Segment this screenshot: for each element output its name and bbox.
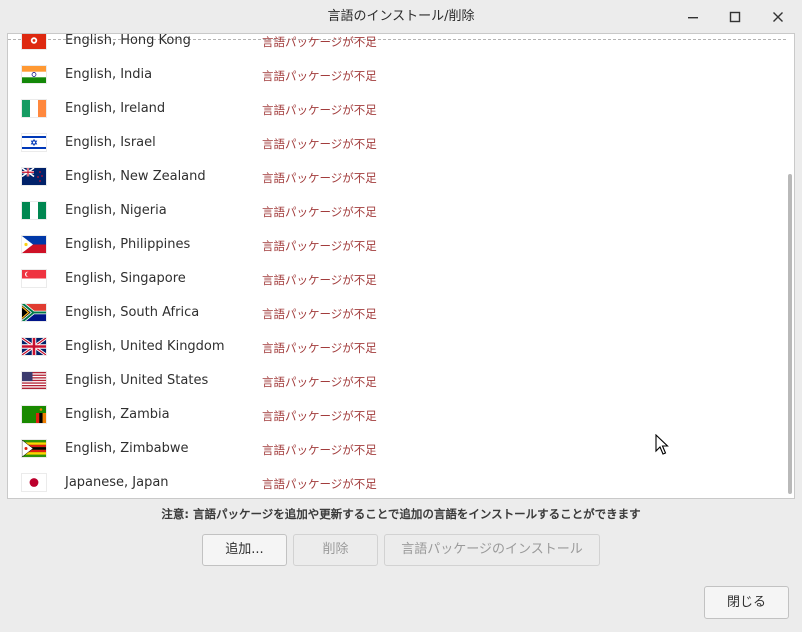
language-status: 言語パッケージが不足 — [262, 171, 377, 185]
language-status: 言語パッケージが不足 — [262, 239, 377, 253]
language-name: English, Nigeria — [65, 203, 167, 218]
language-name: English, United Kingdom — [65, 339, 225, 354]
language-row[interactable]: Japanese, Japan 言語パッケージが不足 — [8, 467, 794, 498]
flag-sg-icon — [22, 270, 46, 287]
language-row[interactable]: English, Nigeria 言語パッケージが不足 — [8, 195, 794, 229]
flag-zm-icon — [22, 406, 46, 423]
flag-nz-icon — [22, 168, 46, 185]
flag-il-icon — [22, 134, 46, 151]
language-status: 言語パッケージが不足 — [262, 103, 377, 117]
flag-gb-icon — [22, 338, 46, 355]
language-name: English, United States — [65, 373, 209, 388]
language-row[interactable]: English, Zimbabwe 言語パッケージが不足 — [8, 433, 794, 467]
language-status: 言語パッケージが不足 — [262, 35, 377, 49]
flag-ph-icon — [22, 236, 46, 253]
note-text: 注意: 言語パッケージを追加や更新することで追加の言語をインストールすることがで… — [161, 507, 641, 521]
language-name: English, India — [65, 67, 153, 82]
language-rows: English, Hong Kong 言語パッケージが不足 English, Ind… — [8, 33, 794, 498]
add-button[interactable]: 追加... — [202, 534, 287, 566]
install-language-packs-button[interactable]: 言語パッケージのインストール — [384, 534, 600, 566]
language-row[interactable]: English, United States 言語パッケージが不足 — [8, 365, 794, 399]
language-name: English, Hong Kong — [65, 33, 191, 48]
language-name: English, Singapore — [65, 271, 186, 286]
mouse-cursor-icon — [655, 434, 669, 455]
language-status: 言語パッケージが不足 — [262, 409, 377, 423]
language-status: 言語パッケージが不足 — [262, 375, 377, 389]
language-row[interactable]: English, United Kingdom 言語パッケージが不足 — [8, 331, 794, 365]
title-bar: 言語のインストール/削除 — [0, 0, 802, 33]
flag-zw-icon — [22, 440, 46, 457]
language-row[interactable]: English, Singapore 言語パッケージが不足 — [8, 263, 794, 297]
flag-in-icon — [22, 66, 46, 83]
language-name: English, Zambia — [65, 407, 170, 422]
language-status: 言語パッケージが不足 — [262, 477, 377, 491]
language-name: English, Philippines — [65, 237, 191, 252]
flag-us-icon — [22, 372, 46, 389]
language-status: 言語パッケージが不足 — [262, 205, 377, 219]
language-row[interactable]: English, Philippines 言語パッケージが不足 — [8, 229, 794, 263]
language-list[interactable]: English, Hong Kong 言語パッケージが不足 English, Ind… — [7, 33, 795, 499]
flag-jp-icon — [22, 474, 46, 491]
language-name: English, Zimbabwe — [65, 441, 189, 456]
language-status: 言語パッケージが不足 — [262, 307, 377, 321]
close-button[interactable]: 閉じる — [704, 586, 789, 619]
maximize-icon[interactable] — [722, 4, 748, 30]
language-status: 言語パッケージが不足 — [262, 69, 377, 83]
language-status: 言語パッケージが不足 — [262, 341, 377, 355]
remove-button[interactable]: 削除 — [293, 534, 378, 566]
flag-ng-icon — [22, 202, 46, 219]
language-row[interactable]: English, Zambia 言語パッケージが不足 — [8, 399, 794, 433]
language-name: English, Ireland — [65, 101, 166, 116]
language-name: English, South Africa — [65, 305, 200, 320]
language-row[interactable]: English, South Africa 言語パッケージが不足 — [8, 297, 794, 331]
close-icon[interactable] — [765, 4, 791, 30]
scrollbar[interactable] — [788, 174, 792, 494]
language-name: Japanese, Japan — [65, 475, 169, 490]
flag-za-icon — [22, 304, 46, 321]
flag-hk-icon — [22, 34, 46, 49]
language-status: 言語パッケージが不足 — [262, 443, 377, 457]
language-name: English, New Zealand — [65, 169, 206, 184]
language-row[interactable]: English, Ireland 言語パッケージが不足 — [8, 93, 794, 127]
language-row[interactable]: English, India 言語パッケージが不足 — [8, 59, 794, 93]
language-row[interactable]: English, New Zealand 言語パッケージが不足 — [8, 161, 794, 195]
minimize-icon[interactable] — [680, 4, 706, 30]
language-name: English, Israel — [65, 135, 156, 150]
language-status: 言語パッケージが不足 — [262, 137, 377, 151]
language-row[interactable]: English, Hong Kong 言語パッケージが不足 — [8, 33, 794, 59]
language-row[interactable]: English, Israel 言語パッケージが不足 — [8, 127, 794, 161]
flag-ie-icon — [22, 100, 46, 117]
language-status: 言語パッケージが不足 — [262, 273, 377, 287]
